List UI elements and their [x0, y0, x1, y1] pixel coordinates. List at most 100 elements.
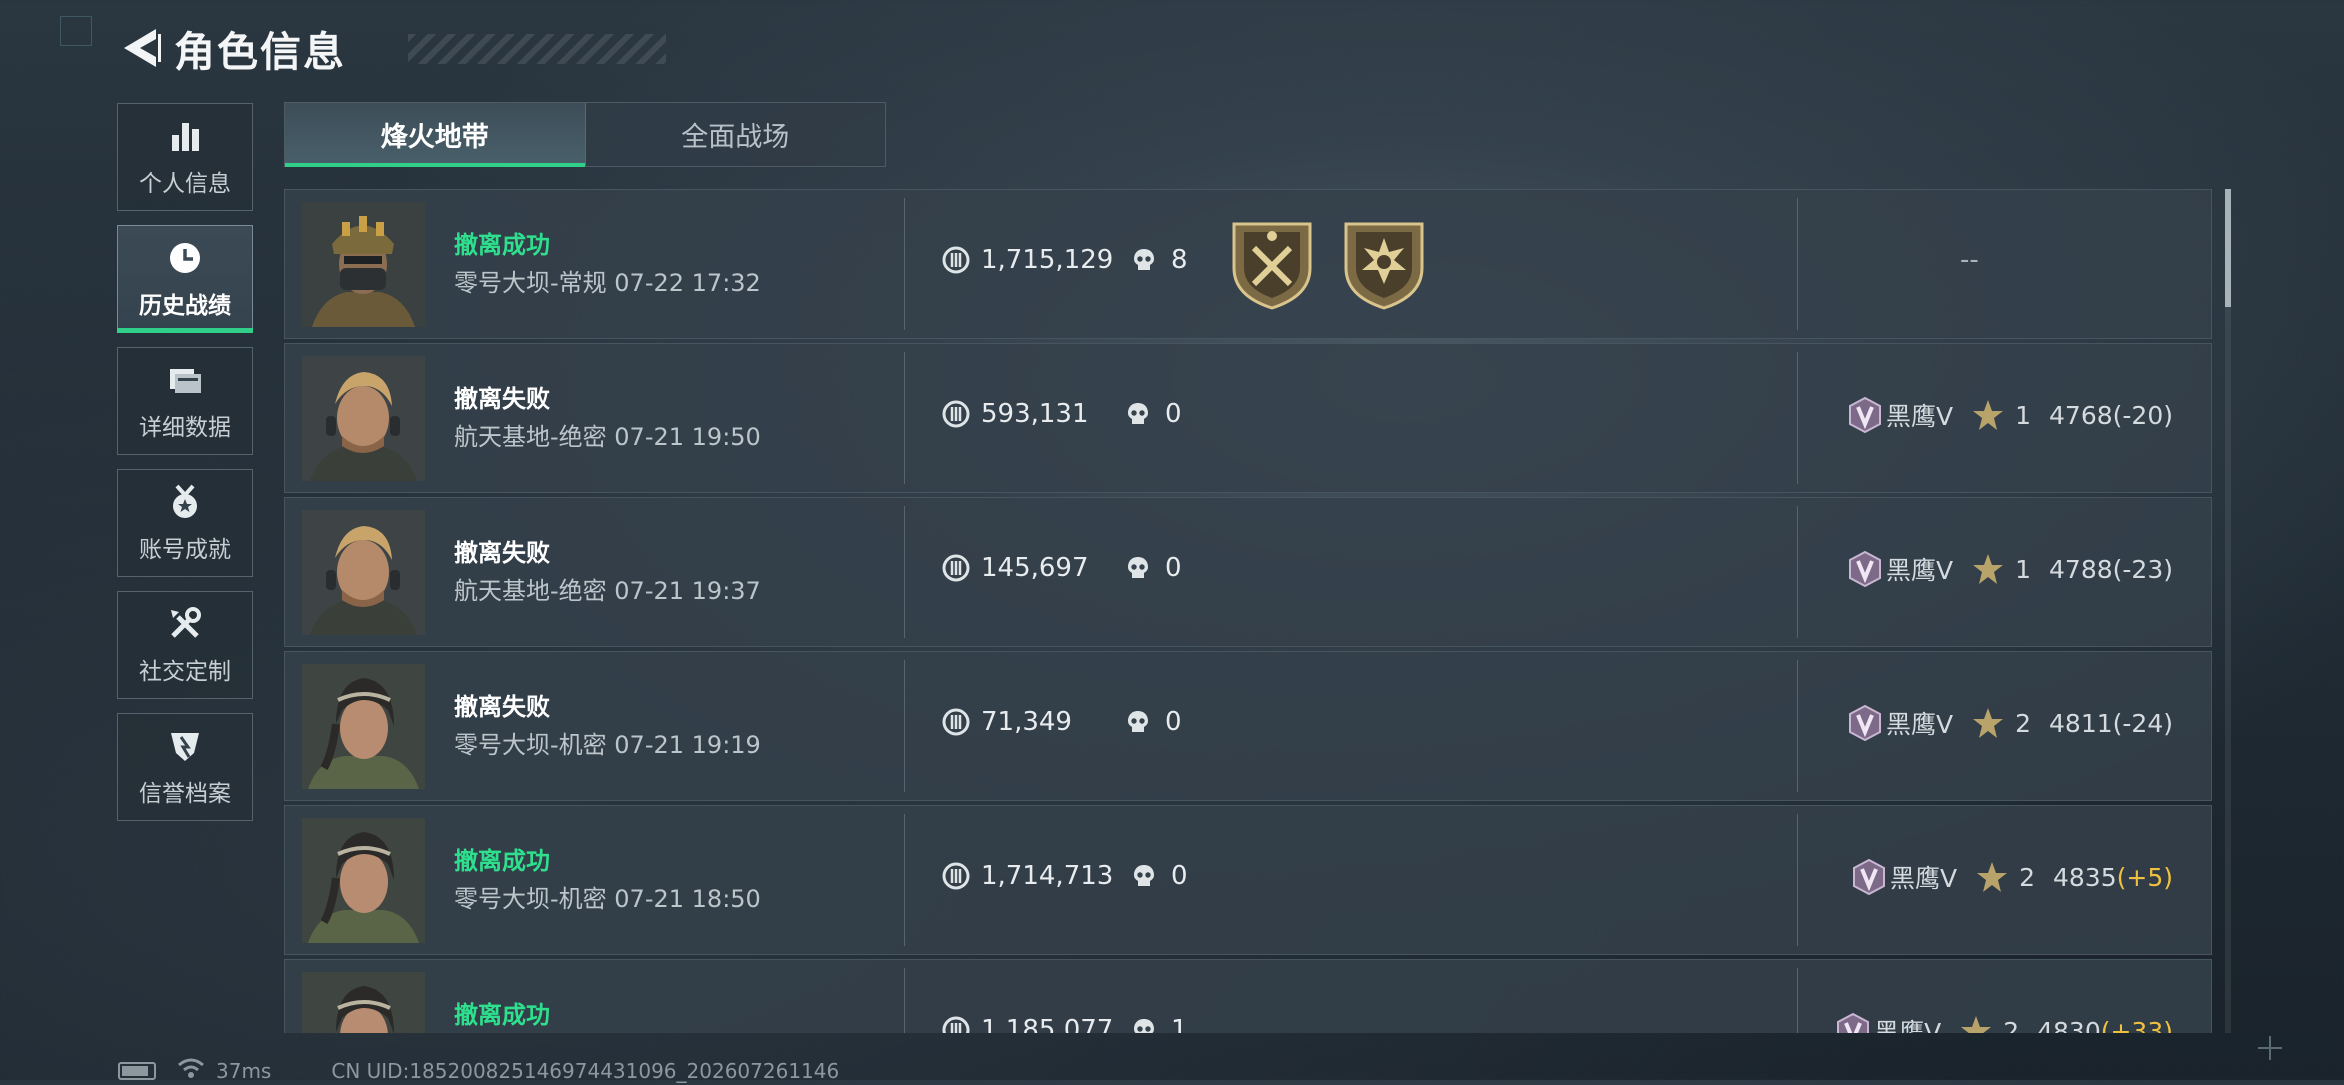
match-row[interactable]: 撤离成功 1,185,077 1 黑鹰V 2 4830 (+33): [284, 959, 2212, 1033]
medal-icon: [165, 482, 205, 522]
column-divider: [904, 968, 905, 1033]
rank-placeholder: --: [1960, 245, 1979, 275]
rank-name: 黑鹰V: [1886, 710, 1954, 739]
rank-info: 黑鹰V 2 4811 (-24): [1846, 704, 2173, 742]
shield-sword-medal-icon[interactable]: [1228, 218, 1316, 310]
currency-icon: [942, 862, 970, 890]
match-row[interactable]: 撤离失败 航天基地-绝密 07-21 19:37 145,697 0 黑鹰V 1…: [284, 497, 2212, 647]
rank-score: 4830: [2037, 1016, 2101, 1034]
bar-chart-icon: [165, 116, 205, 156]
kill-count: 0: [1165, 707, 1182, 737]
sidebar: 个人信息 历史战绩 详细数据 账号成就 社交定制 信誉档案: [117, 103, 255, 835]
match-row[interactable]: 撤离失败 航天基地-绝密 07-21 19:50 593,131 0 黑鹰V 1…: [284, 343, 2212, 493]
column-divider: [1797, 814, 1798, 946]
match-row[interactable]: 撤离失败 零号大坝-机密 07-21 19:19 71,349 0 黑鹰V 2 …: [284, 651, 2212, 801]
kill-stat: 0: [1125, 399, 1182, 429]
sidebar-item-history[interactable]: 历史战绩: [117, 225, 253, 333]
match-result: 撤离成功: [454, 847, 550, 875]
skull-icon: [1134, 1019, 1154, 1033]
kill-stat: 0: [1131, 861, 1188, 891]
title-decoration: [408, 34, 666, 64]
sidebar-item-personal-info[interactable]: 个人信息: [117, 103, 253, 211]
sidebar-item-label: 历史战绩: [139, 293, 231, 319]
kill-count: 0: [1165, 399, 1182, 429]
star-count: 2: [2003, 1016, 2020, 1034]
match-row[interactable]: 撤离成功 零号大坝-常规 07-22 17:32 1,715,129 8 --: [284, 189, 2212, 339]
match-result: 撤离成功: [454, 231, 550, 259]
loot-value: 1,715,129: [981, 245, 1114, 275]
skull-icon: [1128, 711, 1148, 732]
rank-delta: (-23): [2112, 554, 2173, 584]
match-map-time: 零号大坝-机密 07-21 19:19: [454, 731, 761, 759]
sidebar-item-detailed-data[interactable]: 详细数据: [117, 347, 253, 455]
rank-score: 4788: [2049, 554, 2113, 584]
tab-full-battlefield[interactable]: 全面战场: [584, 103, 886, 166]
operator-avatar: [302, 818, 425, 943]
sidebar-item-label: 详细数据: [139, 415, 231, 441]
kill-stat: 0: [1125, 707, 1182, 737]
loot-value: 145,697: [981, 553, 1089, 583]
match-history-list: 撤离成功 零号大坝-常规 07-22 17:32 1,715,129 8 -- …: [284, 189, 2212, 1033]
uid-text: CN UID:185200825146974431096_20260726114…: [331, 1058, 840, 1083]
column-divider: [904, 198, 905, 330]
sidebar-item-label: 信誉档案: [139, 781, 231, 807]
match-row[interactable]: 撤离成功 零号大坝-机密 07-21 18:50 1,714,713 0 黑鹰V…: [284, 805, 2212, 955]
operator-avatar: [302, 202, 425, 327]
kill-stat: 0: [1125, 553, 1182, 583]
kill-stat: 1: [1131, 1015, 1188, 1033]
star-count: 2: [2019, 862, 2035, 892]
shield-icon: [165, 726, 205, 766]
currency-icon: [942, 246, 970, 274]
status-bar: 37ms CN UID:185200825146974431096_202607…: [118, 1056, 839, 1085]
match-map-time: 航天基地-绝密 07-21 19:37: [454, 577, 761, 605]
loot-value-stat: 71,349: [941, 707, 1072, 737]
clock-icon: [165, 238, 205, 278]
back-button[interactable]: [118, 22, 164, 74]
match-result: 撤离失败: [454, 693, 550, 721]
loot-value-stat: 1,185,077: [941, 1015, 1113, 1033]
battery-icon: [118, 1061, 156, 1080]
rank-badge-icon: [1837, 1012, 1870, 1033]
loot-value-stat: 593,131: [941, 399, 1089, 429]
column-divider: [1797, 660, 1798, 792]
ping-text: 37ms: [216, 1058, 272, 1083]
skull-star-medal-icon[interactable]: [1340, 218, 1428, 310]
match-map-time: 零号大坝-机密 07-21 18:50: [454, 885, 761, 913]
loot-value: 1,185,077: [981, 1015, 1114, 1033]
sidebar-item-achievements[interactable]: 账号成就: [117, 469, 253, 577]
page-header: 角色信息: [118, 22, 666, 76]
star-icon: [1977, 862, 2008, 892]
rank-badge-icon: [1852, 858, 1885, 896]
operator-avatar: [302, 664, 425, 789]
star-icon: [1961, 1016, 1992, 1033]
star-icon: [1973, 708, 2004, 738]
rank-name: 黑鹰V: [1886, 402, 1954, 431]
star-icon: [1973, 554, 2004, 584]
column-divider: [904, 352, 905, 484]
sidebar-item-social[interactable]: 社交定制: [117, 591, 253, 699]
rank-delta: (+5): [2116, 862, 2173, 892]
column-divider: [1797, 198, 1798, 330]
corner-frame-mark: [60, 16, 92, 46]
list-scrollbar[interactable]: [2225, 189, 2231, 1033]
scrollbar-thumb[interactable]: [2225, 189, 2231, 307]
rank-info: 黑鹰V 1 4788 (-23): [1846, 550, 2173, 588]
currency-icon: [942, 400, 970, 428]
rank-name: 黑鹰V: [1886, 556, 1954, 585]
skull-icon: [1134, 249, 1154, 270]
tab-warzone[interactable]: 烽火地带: [285, 103, 585, 167]
sidebar-item-credit[interactable]: 信誉档案: [117, 713, 253, 821]
rank-score: 4811: [2049, 708, 2113, 738]
column-divider: [904, 660, 905, 792]
rank-score: 4768: [2049, 400, 2113, 430]
skull-icon: [1134, 865, 1154, 886]
column-divider: [904, 506, 905, 638]
loot-value-stat: 1,714,713: [941, 861, 1113, 891]
rank-name: 黑鹰V: [1889, 864, 1958, 893]
operator-avatar: [302, 510, 425, 635]
rank-name: 黑鹰V: [1874, 1018, 1942, 1033]
kill-count: 0: [1171, 861, 1188, 891]
corner-plus-icon: [2258, 1036, 2282, 1060]
star-icon: [1973, 400, 2004, 430]
star-count: 1: [2015, 554, 2032, 584]
